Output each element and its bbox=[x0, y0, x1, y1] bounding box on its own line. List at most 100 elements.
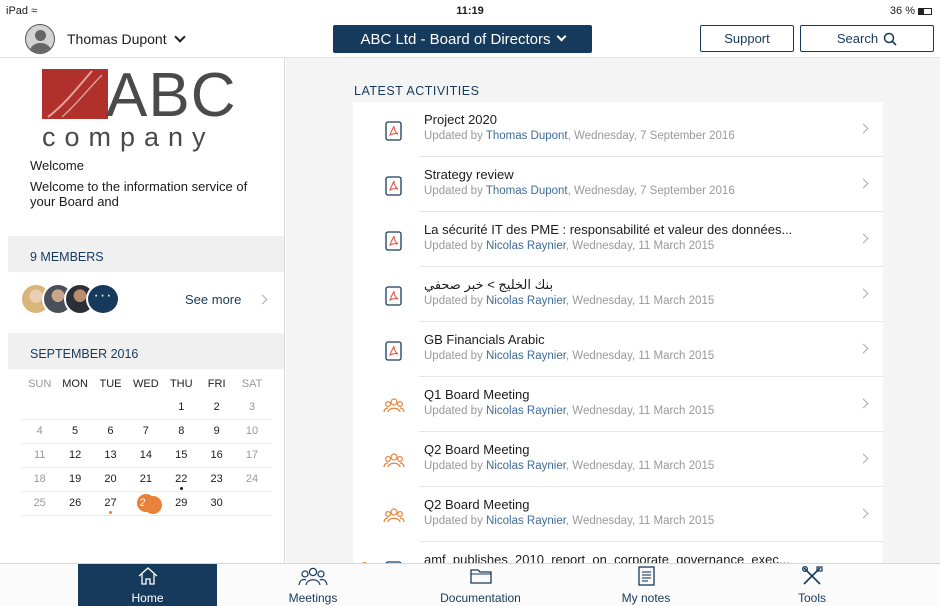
activity-author-link[interactable]: Nicolas Raynier bbox=[486, 295, 566, 307]
members-heading: 9 MEMBERS bbox=[8, 236, 284, 272]
activity-updated-by: Updated by bbox=[424, 460, 487, 472]
calendar-day-number: 22 bbox=[175, 473, 188, 485]
calendar-day[interactable]: 26 bbox=[57, 492, 92, 515]
see-more-link[interactable]: See more bbox=[185, 292, 241, 307]
calendar-day-number: 11 bbox=[33, 449, 46, 461]
calendar-day[interactable]: 7 bbox=[128, 420, 163, 443]
activity-title: Q1 Board Meeting bbox=[424, 387, 530, 402]
welcome-text: Welcome to the information service of yo… bbox=[30, 179, 248, 209]
calendar-day[interactable]: 14 bbox=[128, 444, 163, 467]
calendar-day[interactable]: 5 bbox=[57, 420, 92, 443]
weekday-label: TUE bbox=[99, 378, 122, 390]
calendar-day[interactable]: 15 bbox=[164, 444, 199, 467]
activity-meta: Updated by Nicolas Raynier, Wednesday, 1… bbox=[424, 405, 714, 417]
activity-date: , Wednesday, 11 March 2015 bbox=[565, 405, 715, 417]
calendar-day[interactable]: 25 bbox=[22, 492, 57, 515]
battery-indicator: 36 % bbox=[890, 5, 932, 17]
activity-title: La sécurité IT des PME : responsabilité … bbox=[424, 222, 793, 237]
calendar-day[interactable]: 17 bbox=[234, 444, 269, 467]
activity-author-link[interactable]: Nicolas Raynier bbox=[486, 460, 566, 472]
calendar-day-number: 18 bbox=[33, 473, 46, 485]
search-icon bbox=[883, 32, 897, 46]
calendar-day[interactable]: 16 bbox=[199, 444, 234, 467]
meetings-icon bbox=[298, 566, 328, 591]
tab-documentation[interactable]: Documentation bbox=[413, 564, 548, 606]
weekday-label: SUN bbox=[28, 378, 52, 390]
board-selector-button[interactable]: ABC Ltd - Board of Directors bbox=[333, 25, 592, 53]
calendar-day[interactable]: 29 bbox=[164, 492, 199, 515]
tab-label: Meetings bbox=[288, 591, 338, 605]
activity-author-link[interactable]: Thomas Dupont bbox=[486, 130, 568, 142]
meeting-people-icon bbox=[383, 505, 405, 527]
tab-tools[interactable]: Tools bbox=[743, 564, 881, 606]
calendar-day[interactable]: 3 bbox=[234, 396, 269, 419]
tab-label: Tools bbox=[797, 591, 826, 605]
calendar-week: 11 12 13 14 15 16 17 bbox=[22, 444, 272, 468]
calendar-day[interactable]: 24 bbox=[234, 468, 269, 491]
activity-author-link[interactable]: Nicolas Raynier bbox=[486, 350, 566, 362]
chevron-right-icon bbox=[858, 398, 869, 409]
tab-label: My notes bbox=[621, 591, 671, 605]
tab-home[interactable]: Home bbox=[78, 564, 217, 606]
calendar-day[interactable]: 28 bbox=[128, 492, 163, 515]
calendar-day[interactable]: 1 bbox=[164, 396, 199, 419]
activity-item[interactable]: بنك الخليج > خبر صحفي Updated by Nicolas … bbox=[353, 267, 883, 322]
calendar-day[interactable]: 12 bbox=[57, 444, 92, 467]
calendar-day[interactable]: 2 bbox=[199, 396, 234, 419]
chevron-down-icon bbox=[556, 31, 566, 42]
folder-icon bbox=[469, 566, 493, 591]
calendar-heading: SEPTEMBER 2016 bbox=[8, 333, 284, 369]
calendar-week: 4 5 6 7 8 9 10 bbox=[22, 420, 272, 444]
user-menu-button[interactable]: Thomas Dupont bbox=[25, 24, 186, 54]
activity-item[interactable]: Q2 Board Meeting Updated by Nicolas Rayni… bbox=[353, 487, 883, 542]
calendar-day[interactable]: 21 bbox=[128, 468, 163, 491]
calendar-day-number: 27 bbox=[104, 497, 117, 509]
activity-date: , Wednesday, 7 September 2016 bbox=[567, 130, 735, 142]
activity-title: Q2 Board Meeting bbox=[424, 497, 530, 512]
calendar-day[interactable]: 18 bbox=[22, 468, 57, 491]
logo-text-company: company bbox=[42, 122, 215, 152]
calendar-day[interactable]: 22 bbox=[164, 468, 199, 491]
activity-meta: Updated by Nicolas Raynier, Wednesday, 1… bbox=[424, 350, 714, 362]
calendar-day-number: 25 bbox=[33, 497, 46, 509]
chevron-right-icon bbox=[858, 233, 869, 244]
activity-author-link[interactable]: Thomas Dupont bbox=[486, 185, 568, 197]
activity-item[interactable]: Project 2020 Updated by Thomas Dupont, We… bbox=[353, 102, 883, 157]
calendar-day[interactable]: 4 bbox=[22, 420, 57, 443]
search-button[interactable]: Search bbox=[800, 25, 934, 52]
activity-author-link[interactable]: Nicolas Raynier bbox=[486, 240, 566, 252]
activity-item[interactable]: La sécurité IT des PME : responsabilité … bbox=[353, 212, 883, 267]
calendar-day-number: 12 bbox=[68, 449, 82, 461]
activity-author-link[interactable]: Nicolas Raynier bbox=[486, 405, 566, 417]
more-members-button[interactable]: ··· bbox=[86, 283, 120, 315]
chevron-right-icon bbox=[858, 343, 869, 354]
activity-item[interactable]: Strategy review Updated by Thomas Dupont,… bbox=[353, 157, 883, 212]
calendar-day[interactable]: 20 bbox=[93, 468, 128, 491]
calendar-day-number: 1 bbox=[178, 401, 185, 413]
calendar-day-number: 3 bbox=[248, 401, 256, 413]
calendar-day[interactable]: 19 bbox=[57, 468, 92, 491]
activity-item[interactable]: Q2 Board Meeting Updated by Nicolas Rayni… bbox=[353, 432, 883, 487]
calendar-day[interactable]: 11 bbox=[22, 444, 57, 467]
pdf-document-icon bbox=[383, 230, 405, 252]
activity-item[interactable]: Q1 Board Meeting Updated by Nicolas Rayni… bbox=[353, 377, 883, 432]
calendar-day[interactable]: 27 bbox=[93, 492, 128, 515]
tab-meetings[interactable]: Meetings bbox=[244, 564, 382, 606]
calendar-day[interactable]: 9 bbox=[199, 420, 234, 443]
calendar-day[interactable]: 10 bbox=[234, 420, 269, 443]
activity-author-link[interactable]: Nicolas Raynier bbox=[486, 515, 566, 527]
calendar-day[interactable]: 8 bbox=[164, 420, 199, 443]
clock: 11:19 bbox=[456, 5, 484, 17]
support-button[interactable]: Support bbox=[700, 25, 794, 52]
activity-item[interactable]: GB Financials Arabic Updated by Nicolas R… bbox=[353, 322, 883, 377]
tab-my-notes[interactable]: My notes bbox=[577, 564, 715, 606]
calendar-day-number: 4 bbox=[36, 425, 43, 437]
calendar-day-number: 2 bbox=[213, 401, 220, 413]
activity-title: Strategy review bbox=[424, 167, 514, 182]
calendar-day[interactable]: 6 bbox=[93, 420, 128, 443]
calendar-weekdays: SUN MON TUE WED THU FRI SAT bbox=[22, 376, 272, 396]
calendar-day[interactable]: 13 bbox=[93, 444, 128, 467]
calendar-day[interactable]: 23 bbox=[199, 468, 234, 491]
calendar-day[interactable]: 30 bbox=[199, 492, 234, 515]
activity-item[interactable]: amf_publishes_2010_report_on_corporate_g… bbox=[353, 542, 883, 563]
